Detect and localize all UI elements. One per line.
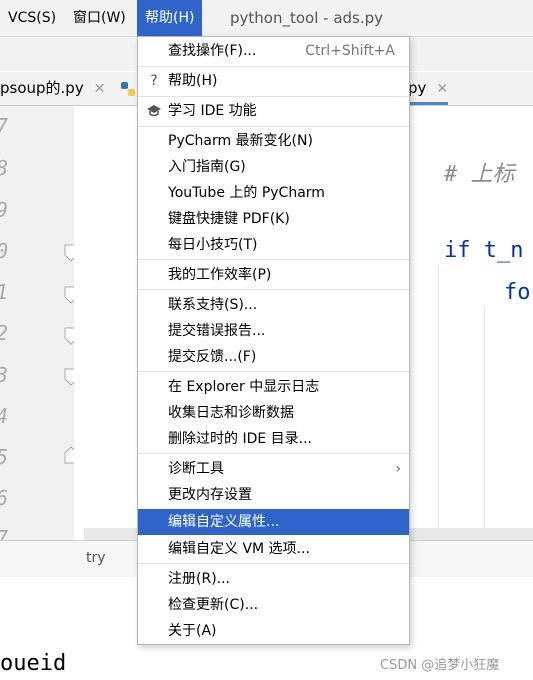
line-number: 0 [0,239,8,263]
code-line: if t_n [444,238,523,263]
menu-item-label: 诊断工具 [168,461,224,477]
menu-item-label: 提交反馈...(F) [168,349,257,365]
window-title: python_tool - ads.py [230,9,384,27]
line-number: 6 [0,486,8,510]
menu-item-getting-started[interactable]: 入门指南(G) [138,154,409,180]
menu-item-submit-feedback[interactable]: 提交反馈...(F) [138,344,409,370]
menu-item-label: 每日小技巧(T) [168,237,258,253]
menu-separator [138,371,409,372]
menu-separator [138,563,409,564]
menu-separator [138,126,409,127]
line-number: 1 [0,280,8,304]
menu-item-label: 学习 IDE 功能 [168,103,257,119]
menu-item-contact-support[interactable]: 联系支持(S)... [138,292,409,318]
menu-item-label: 联系支持(S)... [168,297,258,313]
menu-item-label: 更改内存设置 [168,487,252,503]
menu-item-label: 键盘快捷键 PDF(K) [168,211,290,227]
menu-item-label: 检查更新(C)... [168,597,259,613]
menu-item-label: 在 Explorer 中显示日志 [168,379,320,395]
menu-item-label: 查找操作(F)... [168,43,257,59]
line-number: 5 [0,445,8,469]
menu-item-label: 编辑自定义 VM 选项... [168,541,310,557]
menu-item-whats-new[interactable]: PyCharm 最新变化(N) [138,128,409,154]
line-number-gutter: 7 8 9 0 1 2 3 4 5 6 7 [0,106,78,550]
code-for: fo [504,280,531,305]
graduation-cap-icon [146,98,162,127]
menu-item-learn-ide[interactable]: 学习 IDE 功能 [138,98,409,124]
menu-item-label: YouTube 上的 PyCharm [168,185,325,201]
line-number: 3 [0,363,8,387]
menu-item-change-memory[interactable]: 更改内存设置 [138,482,409,508]
python-file-icon [121,82,135,96]
menu-separator [138,289,409,290]
help-menu-dropdown: 查找操作(F)... Ctrl+Shift+A ? 帮助(H) 学习 IDE 功… [137,36,410,645]
tab-label: py [408,79,427,97]
menu-item-label: 关于(A) [168,623,217,639]
menu-item-check-updates[interactable]: 检查更新(C)... [138,592,409,618]
menu-item-show-log[interactable]: 在 Explorer 中显示日志 [138,374,409,400]
menu-bar: VCS(S) 窗口(W) 帮助(H) python_tool - ads.py [0,0,533,37]
indent-guide [484,306,485,540]
menu-separator [138,259,409,260]
menu-item-label: PyCharm 最新变化(N) [168,133,313,149]
menu-item-collect-logs[interactable]: 收集日志和诊断数据 [138,400,409,426]
line-number: 8 [0,156,8,180]
menu-item-edit-properties[interactable]: 编辑自定义属性... [138,509,409,535]
menu-item-label: 帮助(H) [168,73,218,89]
menu-separator [138,96,409,97]
menu-separator [138,66,409,67]
menu-window[interactable]: 窗口(W) [73,0,126,36]
menu-item-help[interactable]: ? 帮助(H) [138,68,409,94]
menu-item-edit-vm-options[interactable]: 编辑自定义 VM 选项... [138,536,409,562]
menu-item-diagnostic-tools[interactable]: 诊断工具 › [138,456,409,482]
chevron-right-icon: › [395,461,401,477]
menu-item-label: 编辑自定义属性... [168,514,280,530]
line-number: 4 [0,404,8,428]
code-if: if t_n [444,238,524,263]
menu-item-submit-bug[interactable]: 提交错误报告... [138,318,409,344]
console-text: oueid [0,651,67,676]
menu-item-label: 我的工作效率(P) [168,267,272,283]
menu-separator [138,453,409,454]
menu-item-label: 入门指南(G) [168,159,246,175]
menu-item-tip-of-day[interactable]: 每日小技巧(T) [138,232,409,258]
menu-vcs[interactable]: VCS(S) [8,0,56,36]
menu-item-about[interactable]: 关于(A) [138,618,409,644]
indent-guide [438,266,439,540]
menu-item-find-action[interactable]: 查找操作(F)... Ctrl+Shift+A [138,38,409,64]
line-number: 7 [0,114,8,138]
menu-item-label: 注册(R)... [168,571,231,587]
tab-bsoup[interactable]: psoup的.py ✕ [0,72,105,105]
menu-item-label: 删除过时的 IDE 目录... [168,431,313,447]
menu-item-productivity[interactable]: 我的工作效率(P) [138,262,409,288]
menu-item-register[interactable]: 注册(R)... [138,566,409,592]
line-number: 9 [0,198,8,222]
menu-help[interactable]: 帮助(H) [137,0,203,36]
menu-item-label: 收集日志和诊断数据 [168,405,294,421]
shortcut-label: Ctrl+Shift+A [305,43,395,59]
breadcrumb-item[interactable]: try [86,550,106,566]
tab-active[interactable]: py ✕ [408,72,449,105]
tab-label: psoup的.py [0,79,84,97]
line-number: 2 [0,321,8,345]
close-icon[interactable]: ✕ [436,81,448,97]
close-icon[interactable]: ✕ [94,81,106,97]
menu-item-youtube[interactable]: YouTube 上的 PyCharm [138,180,409,206]
code-comment: # 上标 [444,162,515,187]
menu-item-label: 提交错误报告... [168,323,266,339]
watermark: CSDN @追梦小狂魔 [380,658,500,673]
menu-item-keymap-pdf[interactable]: 键盘快捷键 PDF(K) [138,206,409,232]
question-icon: ? [150,73,158,89]
menu-item-delete-ide-dirs[interactable]: 删除过时的 IDE 目录... [138,426,409,452]
